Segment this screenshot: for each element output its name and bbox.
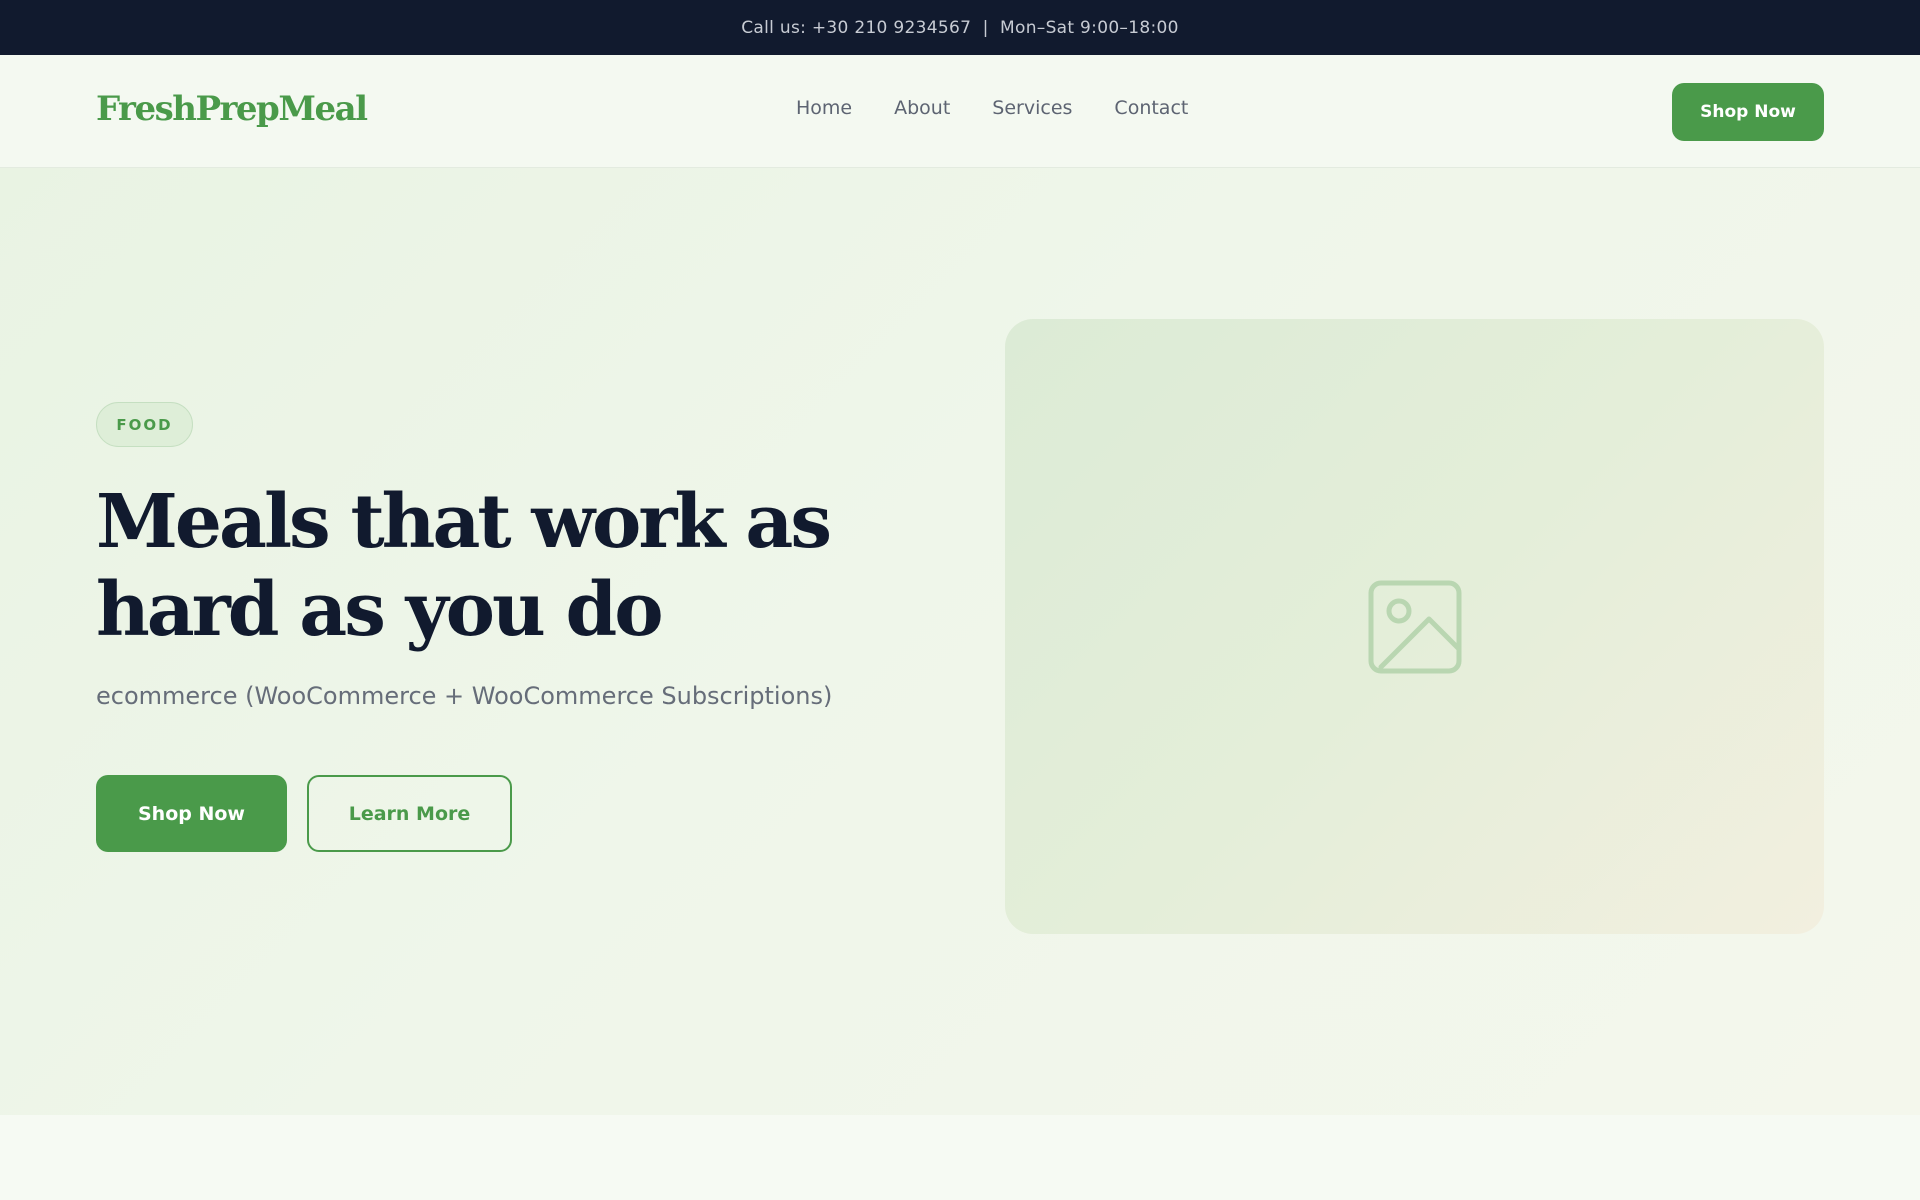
header-shop-now-button[interactable]: Shop Now: [1672, 83, 1824, 141]
site-logo[interactable]: FreshPrepMeal: [96, 89, 368, 129]
site-header: FreshPrepMeal Home About Services Contac…: [0, 55, 1920, 168]
hero-subtitle: ecommerce (WooCommerce + WooCommerce Sub…: [96, 682, 833, 710]
hero-headline: Meals that work as hard as you do: [96, 479, 832, 653]
top-info-bar: Call us: +30 210 9234567 | Mon–Sat 9:00–…: [0, 0, 1920, 55]
hero-image-placeholder: [1005, 319, 1824, 934]
nav-item-about[interactable]: About: [894, 97, 950, 119]
next-section-edge: [0, 1115, 1920, 1200]
nav-item-home[interactable]: Home: [796, 97, 852, 119]
hero-shop-now-button[interactable]: Shop Now: [96, 775, 287, 852]
main-nav: Home About Services Contact: [796, 97, 1188, 119]
category-badge: FOOD: [96, 402, 193, 447]
nav-item-services[interactable]: Services: [992, 97, 1072, 119]
contact-hours-text: Call us: +30 210 9234567 | Mon–Sat 9:00–…: [741, 17, 1179, 38]
image-placeholder-icon: [1368, 580, 1461, 673]
nav-item-contact[interactable]: Contact: [1114, 97, 1188, 119]
hero-learn-more-button[interactable]: Learn More: [307, 775, 512, 852]
